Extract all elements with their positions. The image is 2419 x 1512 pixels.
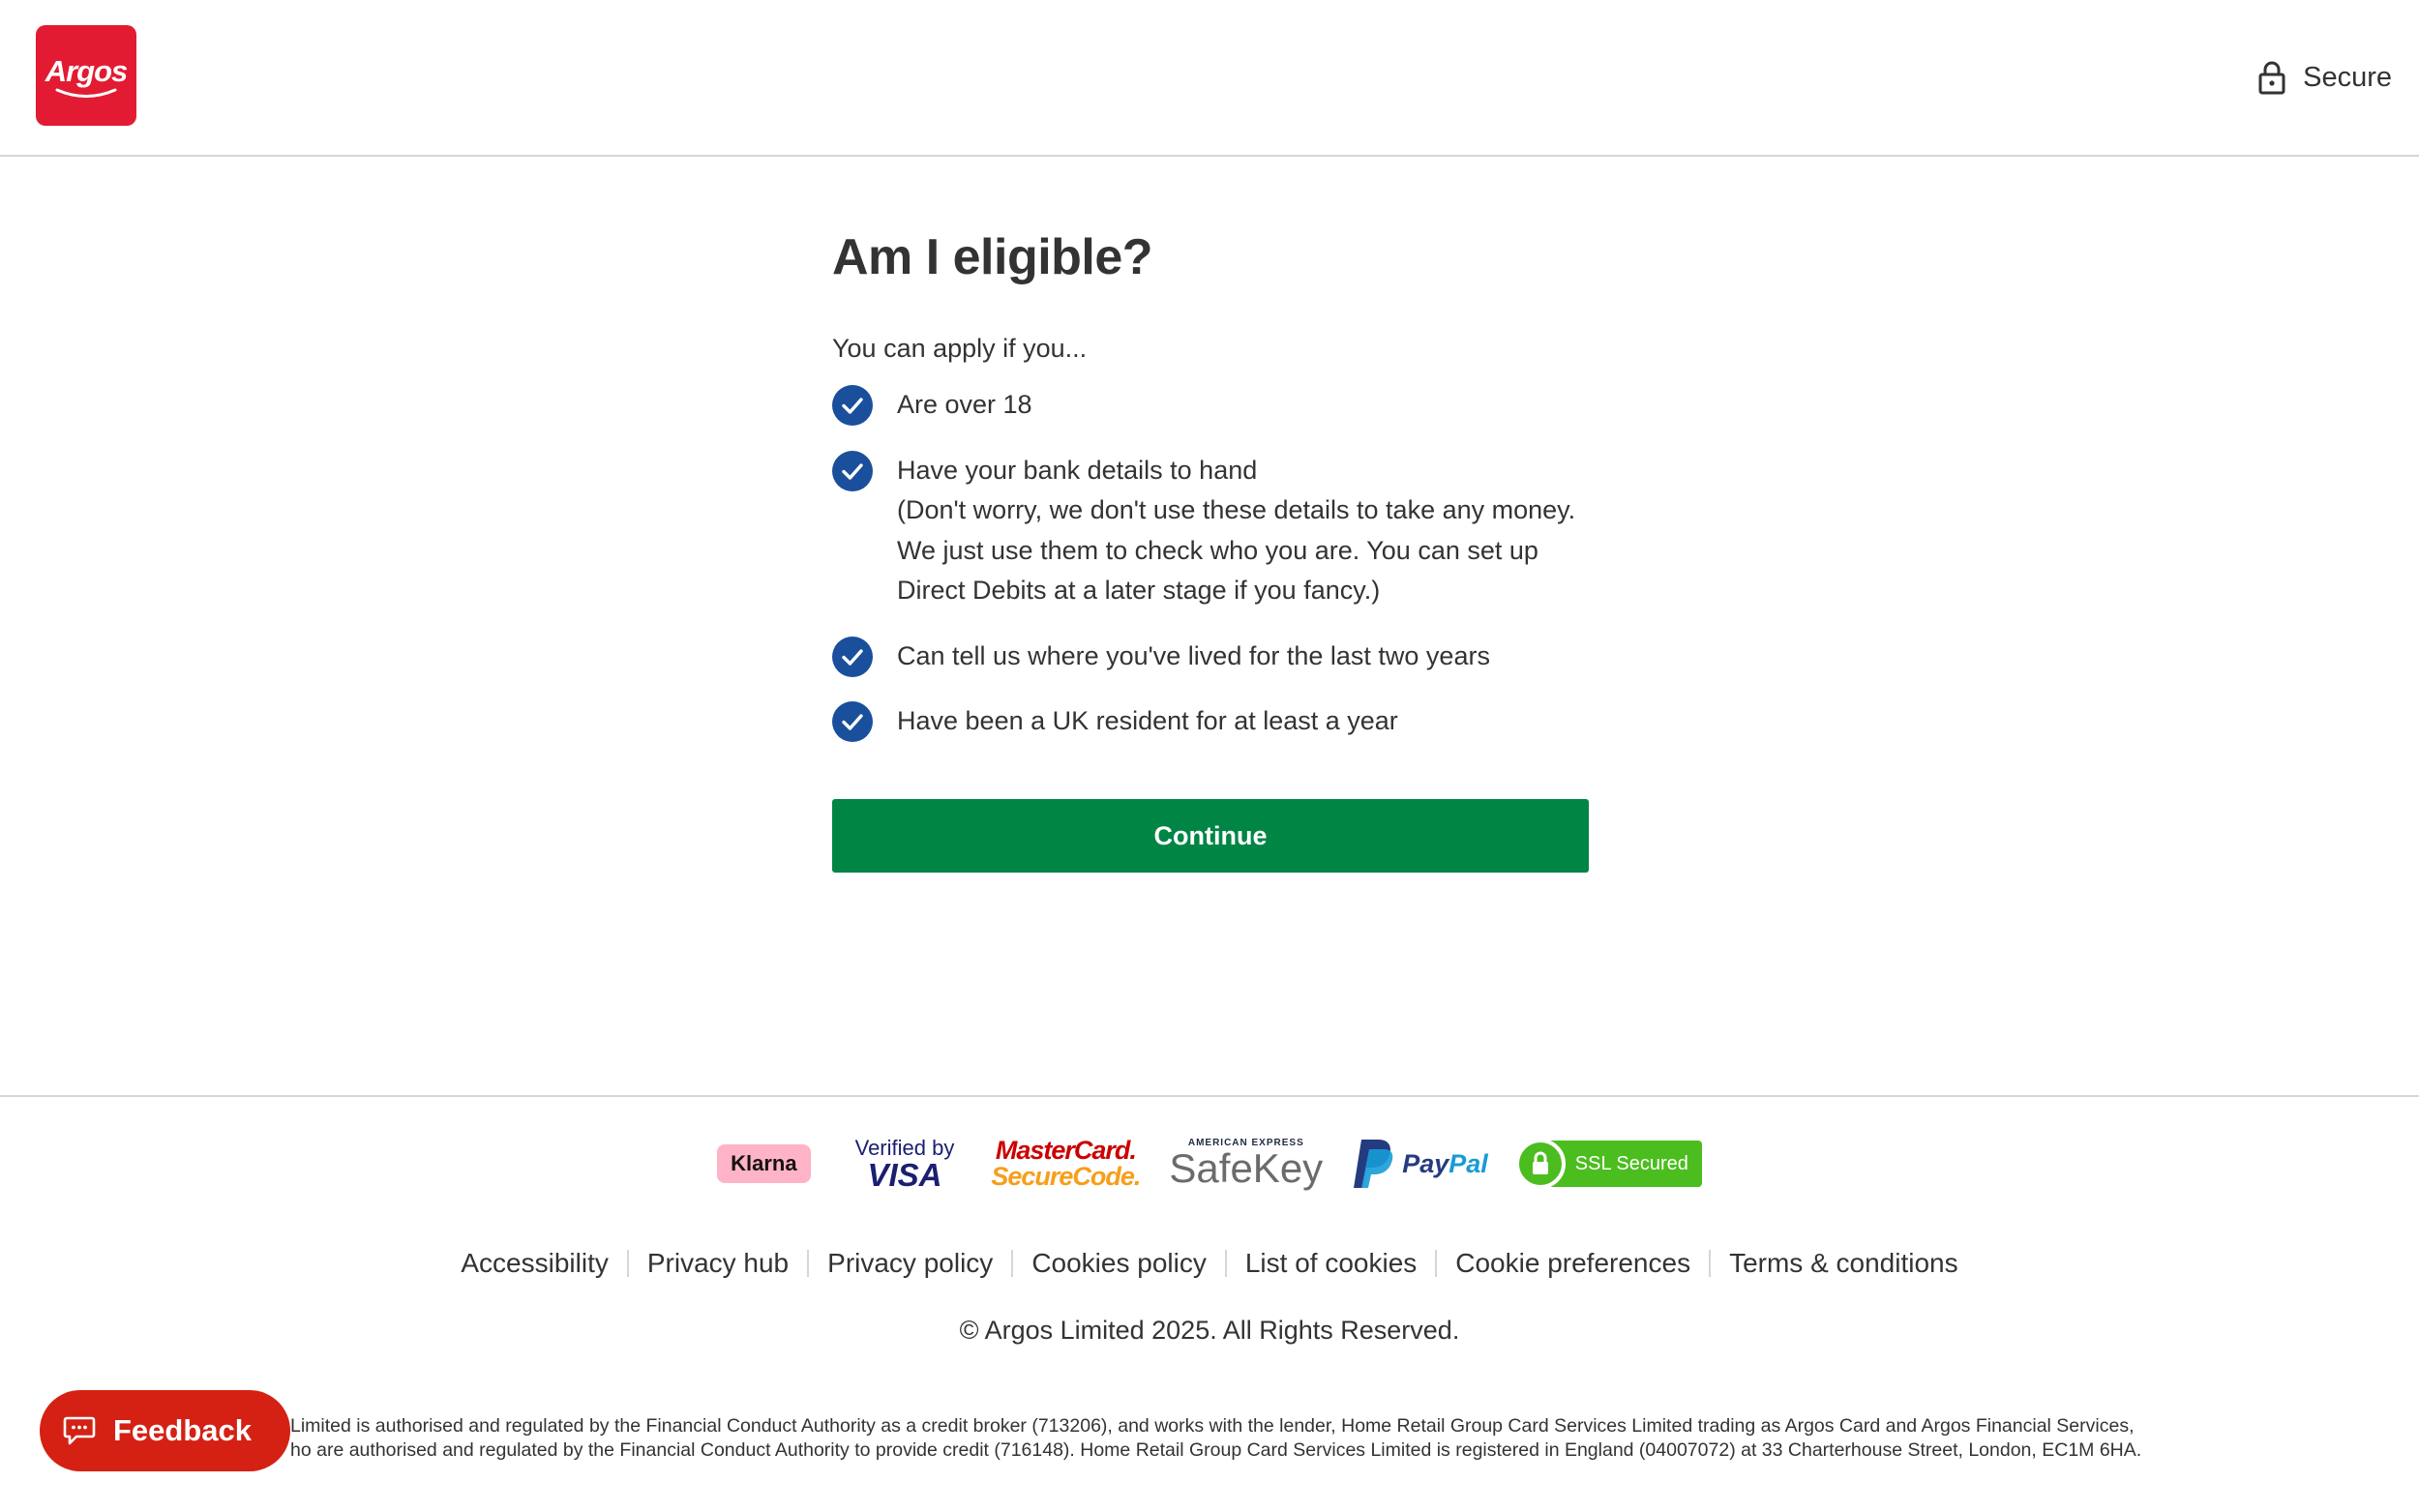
list-item-note: (Don't worry, we don't use these details… xyxy=(897,495,1576,605)
check-circle-icon xyxy=(832,701,873,742)
paypal-text: PayPal xyxy=(1402,1149,1488,1179)
amex-bottom-text: SafeKey xyxy=(1169,1145,1324,1191)
mastercard-securecode-logo: MasterCard. SecureCode. xyxy=(991,1136,1141,1191)
link-privacy-hub[interactable]: Privacy hub xyxy=(629,1248,807,1279)
logo-smile-icon xyxy=(55,88,117,98)
eligibility-section: Am I eligible? You can apply if you... A… xyxy=(832,222,1597,873)
continue-button[interactable]: Continue xyxy=(832,799,1589,873)
list-item-text: Have your bank details to hand xyxy=(897,455,1258,485)
mc-bottom-text: SecureCode. xyxy=(991,1162,1141,1191)
list-item-text: Can tell us where you've lived for the l… xyxy=(897,640,1490,670)
link-cookie-preferences[interactable]: Cookie preferences xyxy=(1437,1248,1709,1279)
paypal-pay-text: Pay xyxy=(1402,1148,1449,1178)
secure-label: Secure xyxy=(2303,61,2392,93)
ssl-secured-badge: SSL Secured xyxy=(1514,1139,1702,1189)
link-cookies-policy[interactable]: Cookies policy xyxy=(1013,1248,1225,1279)
chat-bubble-icon xyxy=(63,1416,96,1445)
amex-safekey-logo: AMERICAN EXPRESS SafeKey xyxy=(1169,1139,1323,1189)
check-circle-icon xyxy=(832,450,873,491)
feedback-button[interactable]: Feedback xyxy=(40,1390,290,1471)
paypal-pal-text: Pal xyxy=(1448,1148,1488,1178)
footer-links: Accessibility Privacy hub Privacy policy… xyxy=(0,1244,2419,1283)
feedback-label: Feedback xyxy=(113,1413,253,1447)
klarna-logo: Klarna xyxy=(717,1144,811,1183)
page-title: Am I eligible? xyxy=(832,229,1153,285)
paypal-icon xyxy=(1354,1140,1393,1188)
ssl-text: SSL Secured xyxy=(1574,1152,1688,1174)
eligibility-list: Are over 18 Have your bank details to ha… xyxy=(832,385,1597,742)
verified-by-visa-logo: Verified by VISA xyxy=(854,1135,955,1193)
header: Argos Secure xyxy=(0,0,2419,157)
copyright: © Argos Limited 2025. All Rights Reserve… xyxy=(959,1316,1460,1345)
lock-icon xyxy=(2258,61,2285,95)
logo-text: Argos xyxy=(45,54,129,88)
legal-line: Limited is authorised and regulated by t… xyxy=(290,1415,2135,1437)
payment-logos: Klarna Verified by VISA MasterCard. Secu… xyxy=(0,1130,2419,1198)
ssl-lock-icon xyxy=(1514,1139,1566,1189)
legal-notice: Limited is authorised and regulated by t… xyxy=(290,1414,2206,1463)
link-accessibility[interactable]: Accessibility xyxy=(442,1248,626,1279)
list-item-text: Are over 18 xyxy=(897,390,1032,419)
check-circle-icon xyxy=(832,636,873,677)
list-item: Are over 18 xyxy=(832,385,1597,426)
list-item: Have your bank details to hand (Don't wo… xyxy=(832,450,1597,611)
argos-logo[interactable]: Argos xyxy=(36,25,136,126)
link-list-of-cookies[interactable]: List of cookies xyxy=(1227,1248,1435,1279)
secure-indicator: Secure xyxy=(2258,58,2392,97)
visa-bottom-text: VISA xyxy=(867,1156,942,1193)
list-item: Can tell us where you've lived for the l… xyxy=(832,636,1597,677)
link-terms-conditions[interactable]: Terms & conditions xyxy=(1711,1248,1977,1279)
list-item-text: Have been a UK resident for at least a y… xyxy=(897,706,1398,735)
footer: Klarna Verified by VISA MasterCard. Secu… xyxy=(0,1095,2419,1512)
page: Argos Secure Am I eligible? You can appl… xyxy=(0,0,2419,1512)
paypal-logo: PayPal xyxy=(1352,1138,1488,1190)
legal-line: ho are authorised and regulated by the F… xyxy=(290,1439,2142,1461)
mc-top-text: MasterCard. xyxy=(995,1136,1137,1165)
intro-text: You can apply if you... xyxy=(832,334,1088,363)
visa-top-text: Verified by xyxy=(854,1135,955,1160)
link-privacy-policy[interactable]: Privacy policy xyxy=(809,1248,1011,1279)
check-circle-icon xyxy=(832,385,873,426)
list-item: Have been a UK resident for at least a y… xyxy=(832,701,1597,742)
